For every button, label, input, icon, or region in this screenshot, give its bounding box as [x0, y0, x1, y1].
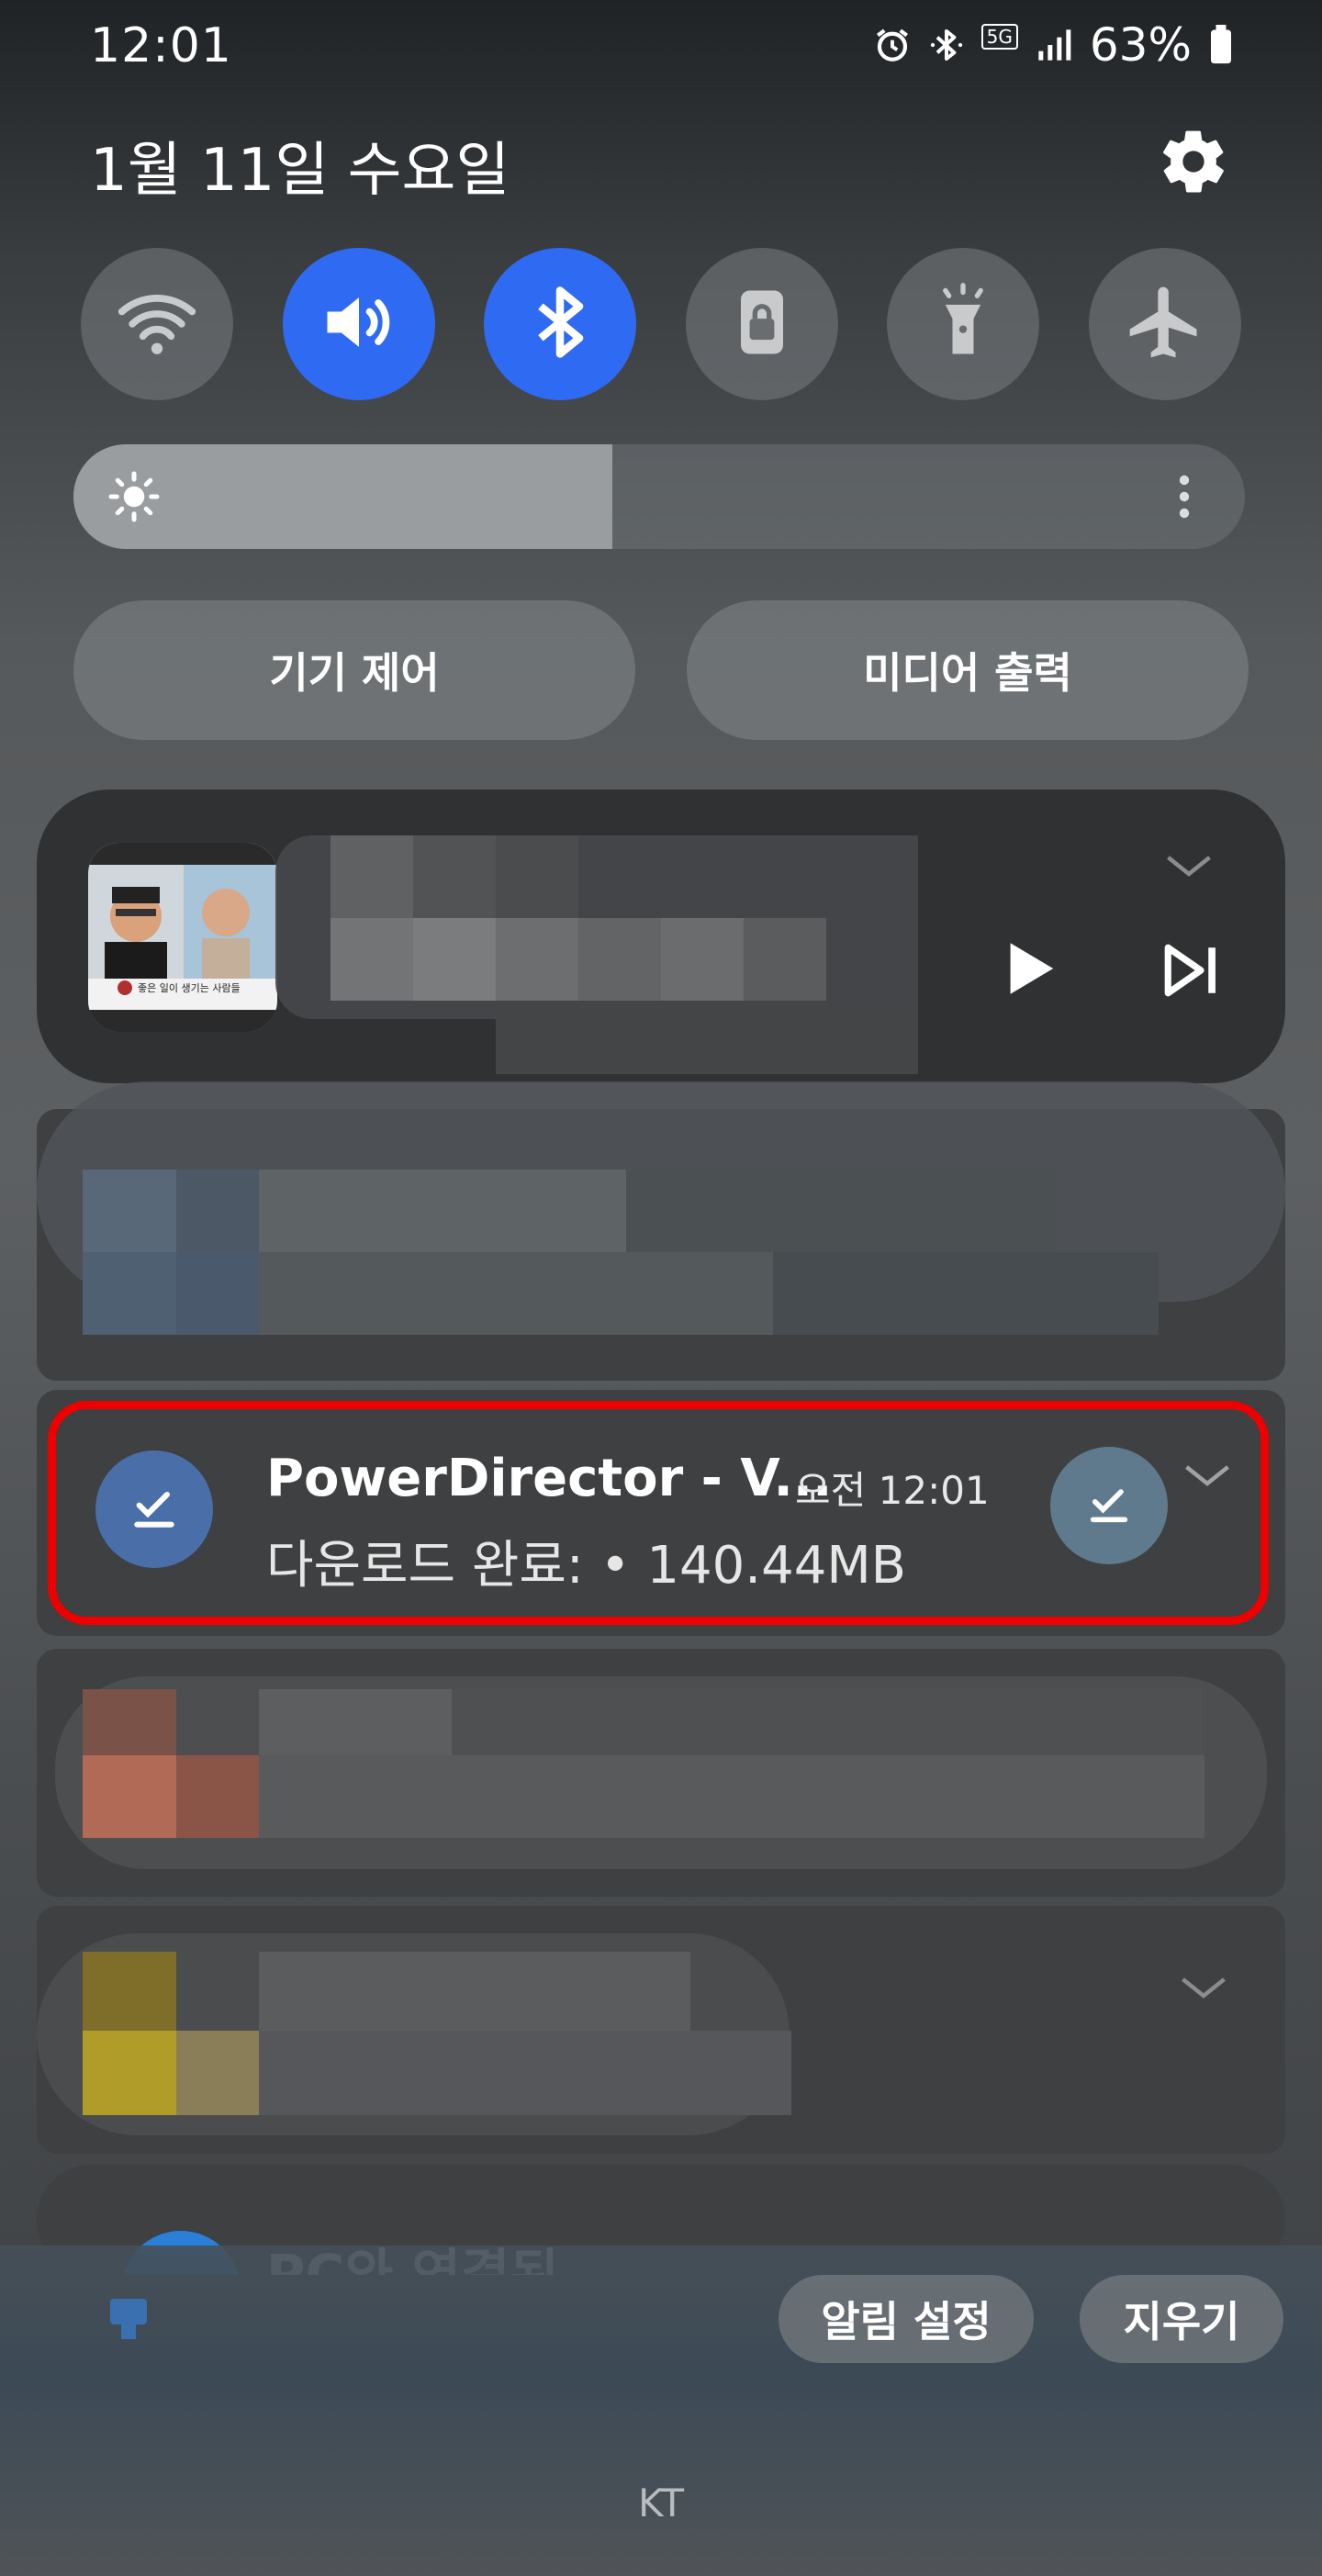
- skip-next-icon[interactable]: [1160, 940, 1221, 1001]
- battery-icon: [1208, 25, 1234, 65]
- sound-toggle[interactable]: [282, 248, 435, 400]
- airplane-toggle[interactable]: [1088, 248, 1241, 400]
- phone-link-icon: [106, 2295, 151, 2343]
- notification-title: PowerDirector - V...: [266, 1449, 833, 1508]
- chevron-down-icon[interactable]: [1182, 1462, 1232, 1489]
- gear-icon[interactable]: [1157, 125, 1230, 198]
- date-label: 1월 11일 수요일: [90, 137, 510, 205]
- download-done-icon: [129, 1482, 180, 1537]
- app-icon: [95, 1450, 213, 1568]
- device-control-button[interactable]: 기기 제어: [73, 600, 635, 740]
- 5g-icon: 5G: [980, 24, 1018, 50]
- bluetooth-icon: [518, 280, 602, 368]
- signal-icon: [1035, 27, 1073, 63]
- bluetooth-icon: [928, 25, 965, 65]
- quick-toggles: [81, 248, 1241, 400]
- notification-subtitle: 다운로드 완료: • 140.44MB: [266, 1536, 907, 1596]
- media-output-button[interactable]: 미디어 출력: [687, 600, 1249, 740]
- notification-settings-button[interactable]: 알림 설정: [779, 2275, 1034, 2363]
- lock-toggle[interactable]: [685, 248, 838, 400]
- alarm-icon: [873, 26, 912, 64]
- flashlight-icon: [921, 280, 1005, 368]
- media-title-mosaic: [275, 835, 918, 1083]
- battery-percent: 63%: [1089, 18, 1192, 72]
- chevron-down-icon[interactable]: [1179, 1974, 1228, 2001]
- status-icons: 5G 63%: [873, 18, 1234, 72]
- notification-time: 오전 12:01: [795, 1468, 990, 1513]
- download-done-icon: [1085, 1480, 1133, 1531]
- media-thumbnail: 좋은 일이 생기는 사람들: [88, 843, 277, 1032]
- airplane-icon: [1123, 280, 1207, 368]
- notification-card-blurred[interactable]: [37, 1081, 1285, 1381]
- lock-icon: [720, 280, 804, 368]
- thumb-caption: 좋은 일이 생기는 사람들: [138, 982, 241, 994]
- notification-action-button[interactable]: [1050, 1447, 1168, 1564]
- notification-card-blurred[interactable]: [37, 1649, 1285, 1897]
- flashlight-toggle[interactable]: [887, 248, 1040, 400]
- chevron-down-icon[interactable]: [1164, 852, 1214, 879]
- sun-icon: [106, 469, 162, 524]
- clear-all-button[interactable]: 지우기: [1080, 2275, 1283, 2363]
- bluetooth-toggle[interactable]: [484, 248, 637, 400]
- volume-icon: [317, 280, 401, 368]
- wifi-icon: [115, 280, 199, 368]
- status-time: 12:01: [90, 18, 232, 73]
- notification-card-blurred[interactable]: [37, 1906, 1285, 2154]
- wifi-toggle[interactable]: [81, 248, 233, 400]
- play-icon[interactable]: [997, 936, 1061, 1001]
- more-options-icon[interactable]: [1179, 475, 1190, 519]
- brightness-slider[interactable]: [73, 444, 1245, 549]
- carrier-label: KT: [638, 2481, 684, 2526]
